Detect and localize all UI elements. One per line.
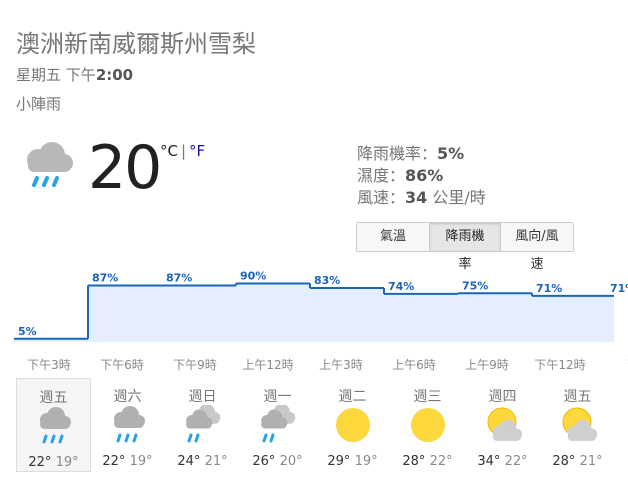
fahrenheit-link[interactable]: °F [189, 142, 205, 160]
tab-wind[interactable]: 風向/風速 [501, 223, 573, 272]
condition-text: 小陣雨 [16, 95, 62, 113]
day-high: 28° [402, 454, 426, 469]
forecast-day[interactable]: 週一 26° 20° [241, 378, 314, 470]
day-temps: 28° 21° [541, 454, 614, 469]
rain-cloud-icon [108, 405, 148, 445]
sun-icon [408, 405, 448, 445]
rain-cloud-icon [18, 138, 76, 196]
day-high: 26° [252, 454, 276, 469]
day-temps: 22° 19° [17, 455, 90, 470]
ampm: 下午 [65, 66, 96, 84]
hour-label: 下午12時 [534, 358, 586, 372]
location-title: 澳洲新南威爾斯州雪梨 [16, 30, 256, 58]
day-name: 週日 [188, 389, 217, 405]
day-name: 週六 [113, 389, 142, 405]
forecast-day[interactable]: 週五 22° 19° [16, 378, 91, 472]
day-temps: 22° 19° [91, 454, 164, 469]
partly-cloudy-icon [558, 405, 598, 445]
wind-speed: 風速：34 公里/時 [357, 184, 486, 208]
humidity-value: 86% [405, 166, 444, 185]
tab-temperature[interactable]: 氣溫 [357, 223, 430, 251]
chart-tabs: 氣溫 降雨機率 風向/風速 [356, 222, 574, 272]
wind-unit: 公里/時 [427, 188, 486, 207]
day-temps: 34° 22° [466, 454, 539, 469]
tab-precipitation[interactable]: 降雨機率 [430, 223, 501, 272]
precip-data-label: 83% [314, 274, 340, 287]
forecast-day[interactable]: 週日 24° 21° [166, 378, 239, 470]
forecast-day[interactable]: 週三 28° 22° [391, 378, 464, 470]
wind-label: 風速： [357, 188, 406, 207]
day-high: 22° [28, 455, 52, 470]
day-name: 週一 [263, 389, 292, 405]
precip-chance: 降雨機率：5% [357, 140, 464, 164]
day-high: 28° [552, 454, 576, 469]
forecast-day[interactable]: 週五 28° 21° [541, 378, 614, 470]
day-high: 24° [177, 454, 201, 469]
day-low: 19° [55, 455, 79, 470]
day-name: 週五 [563, 389, 592, 405]
precip-data-label: 5% [18, 325, 37, 338]
hour-label: 上午9時 [465, 358, 509, 372]
hour-label: 上午3時 [319, 358, 363, 372]
rain-cloud-icon [34, 406, 74, 446]
day-temps: 24° 21° [166, 454, 239, 469]
precipitation-chart: 5% 87% 87% 90% 83% 74% 75% 71% 71% [14, 270, 628, 342]
precip-data-label: 90% [240, 270, 266, 283]
hour-label: 下午6時 [100, 358, 144, 372]
day-low: 21° [204, 454, 228, 469]
forecast-day[interactable]: 週二 29° 19° [316, 378, 389, 470]
day-low: 19° [354, 454, 378, 469]
precip-data-label: 87% [92, 271, 118, 284]
forecast-day[interactable]: 週六 22° 19° [91, 378, 164, 470]
day-high: 34° [477, 454, 501, 469]
precip-label: 降雨機率： [357, 144, 438, 163]
day-low: 21° [579, 454, 603, 469]
precip-data-label: 71% [536, 282, 562, 295]
day-low: 20° [279, 454, 303, 469]
precip-data-label: 74% [388, 280, 414, 293]
humidity: 濕度：86% [357, 162, 443, 186]
day-temps: 29° 19° [316, 454, 389, 469]
humidity-label: 濕度： [357, 166, 406, 185]
partly-cloudy-icon [483, 405, 523, 445]
sun-rain-cloud-icon [183, 403, 223, 445]
day-low: 22° [429, 454, 453, 469]
hour-label: 下 [603, 356, 628, 373]
day-high: 29° [327, 454, 351, 469]
wind-value: 34 [405, 188, 428, 207]
precip-value: 5% [437, 144, 465, 163]
precip-data-label: 71% [610, 282, 628, 295]
unit-toggle: °C | °F [160, 142, 205, 160]
forecast-day[interactable]: 週四 34° 22° [466, 378, 539, 470]
precip-data-label: 75% [462, 279, 488, 292]
current-temperature: 20 [88, 133, 162, 203]
hour-label: 上午6時 [392, 358, 436, 372]
day-high: 22° [102, 454, 126, 469]
precip-data-label: 87% [166, 271, 192, 284]
day-name: 週三 [413, 389, 442, 405]
hour-label: 下午3時 [27, 358, 71, 372]
weekday: 星期五 [16, 66, 62, 84]
time: 2:00 [95, 66, 134, 84]
date-time: 星期五 下午2:00 [16, 64, 133, 85]
sun-rain-cloud-icon [258, 403, 298, 445]
day-low: 19° [129, 454, 153, 469]
day-name: 週二 [338, 389, 367, 405]
sun-icon [333, 405, 373, 445]
hour-label: 下午9時 [173, 358, 217, 372]
day-temps: 26° 20° [241, 454, 314, 469]
day-name: 週四 [488, 389, 517, 405]
day-temps: 28° 22° [391, 454, 464, 469]
day-name: 週五 [39, 390, 68, 406]
celsius-unit[interactable]: °C [160, 142, 178, 160]
hour-label: 上午12時 [242, 358, 294, 372]
unit-separator: | [180, 142, 187, 160]
day-low: 22° [504, 454, 528, 469]
